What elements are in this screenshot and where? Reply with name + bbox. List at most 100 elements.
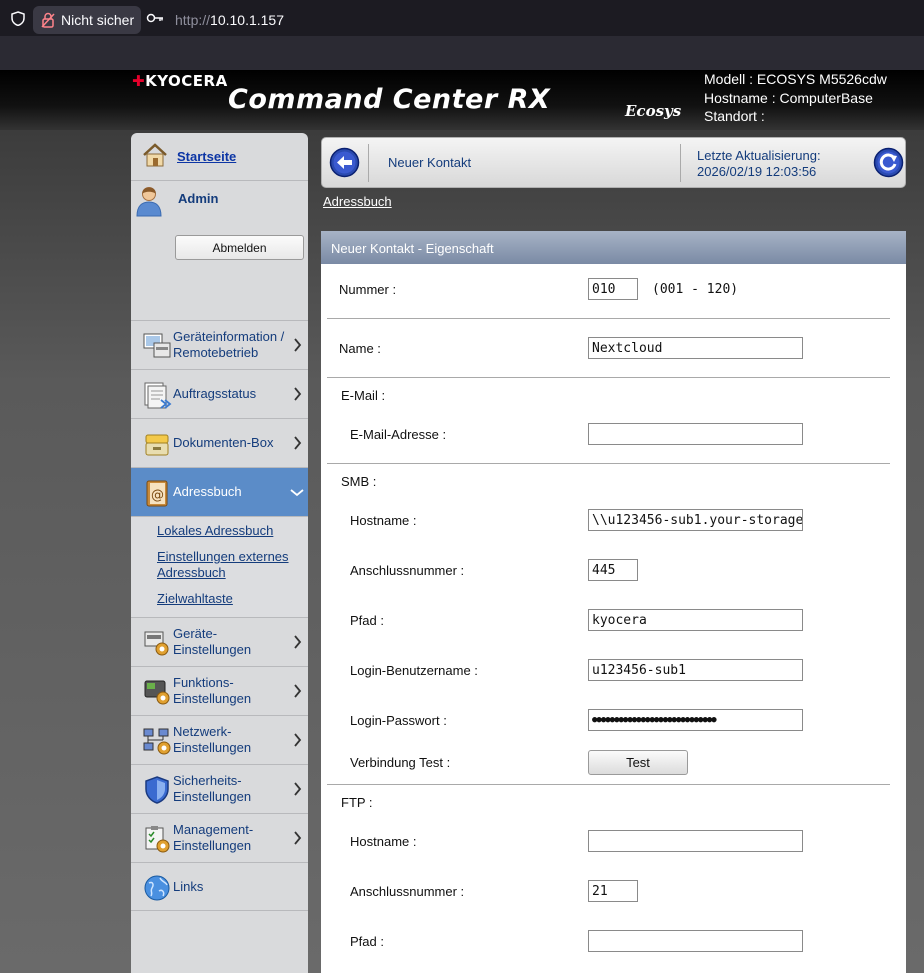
sidebar-item-label: Auftragsstatus [173,386,257,401]
sidebar-item-function-settings[interactable]: Funktions- Einstellungen [131,666,308,715]
number-input[interactable]: 010 [588,278,638,300]
sidebar-item-management-settings[interactable]: Management- Einstellungen [131,813,308,862]
divider [327,463,890,464]
number-range: (001 - 120) [652,282,739,297]
email-section-label: E-Mail : [341,388,386,403]
page-title: Neuer Kontakt [388,155,472,170]
management-settings-icon [145,826,170,853]
chevron-right-icon [294,436,302,450]
page-header: ✚KYOCERA Command Center RX Ecosys Modell… [0,70,924,130]
page-toolbar: Neuer Kontakt Letzte Aktualisierung: 202… [321,137,906,188]
sidebar-item-links[interactable]: Links [131,862,308,911]
toolbar-divider [368,144,369,182]
submenu-local-address-book[interactable]: Lokales Adressbuch [157,523,308,539]
number-label: Nummer : [339,282,397,297]
smb-username-label: Login-Benutzername : [350,663,478,678]
sidebar-item-label: Netzwerk- Einstellungen [173,724,252,755]
insecure-lock-icon [41,12,55,28]
sidebar-item-device-info[interactable]: Geräteinformation / Remotebetrieb [131,320,308,369]
address-book-submenu: Lokales Adressbuch Einstellungen externe… [131,516,308,617]
divider [327,377,890,378]
home-icon [143,143,167,167]
sidebar-item-security-settings[interactable]: Sicherheits- Einstellungen [131,764,308,813]
ftp-hostname-label: Hostname : [350,834,417,849]
ftp-path-label: Pfad : [350,934,384,949]
security-indicator[interactable]: Nicht sicher [33,6,141,34]
refresh-icon[interactable] [873,147,904,178]
smb-password-label: Login-Passwort : [350,713,447,728]
user-avatar-icon [136,187,162,217]
sidebar-item-label: Adressbuch [173,484,242,499]
device-hostname: Hostname : ComputerBase [704,89,873,106]
smb-password-input[interactable]: ●●●●●●●●●●●●●●●●●●●●●●●●●●●● [588,709,803,731]
sidebar-item-address-book[interactable]: @ Adressbuch [131,467,308,516]
sidebar-item-label: Links [173,878,204,894]
sidebar-home[interactable]: Startseite [131,133,308,181]
last-update-time: 2026/02/19 12:03:56 [697,164,817,179]
smb-path-input[interactable]: kyocera [588,609,803,631]
device-info: Modell : ECOSYS M5526cdw Hostname : Comp… [704,70,887,126]
last-update: Letzte Aktualisierung: 2026/02/19 12:03:… [697,148,821,180]
submenu-one-touch-key[interactable]: Zielwahltaste [157,591,308,607]
smb-username-input[interactable]: u123456-sub1 [588,659,803,681]
chevron-right-icon [294,733,302,747]
shield-icon[interactable] [11,11,25,26]
function-settings-icon [144,680,170,705]
shield-icon [145,776,169,804]
divider [327,784,890,785]
name-input[interactable]: Nextcloud [588,337,803,359]
contact-properties-panel: Neuer Kontakt - Eigenschaft Nummer : 010… [321,231,906,973]
smb-port-input[interactable]: 445 [588,559,638,581]
ecosys-logo: Ecosys [625,102,682,120]
sidebar-item-network-settings[interactable]: Netzwerk- Einstellungen [131,715,308,764]
submenu-external-address-book[interactable]: Einstellungen externes Adressbuch [157,549,308,581]
name-label: Name : [339,341,381,356]
email-address-label: E-Mail-Adresse : [350,427,447,442]
browser-toolbar: Nicht sicher http://10.10.1.157 [0,0,924,36]
ftp-port-label: Anschlussnummer : [350,884,465,899]
back-arrow-icon[interactable] [329,147,360,178]
smb-hostname-input[interactable]: \\u123456-sub1.your-storagebox.de [588,509,803,531]
sidebar-item-document-box[interactable]: Dokumenten-Box [131,418,308,467]
smb-port-label: Anschlussnummer : [350,563,465,578]
url-host: 10.10.1.157 [210,12,284,28]
network-settings-icon [143,728,171,755]
smb-path-label: Pfad : [350,613,384,628]
security-label: Nicht sicher [61,12,135,28]
smb-test-label: Verbindung Test : [350,755,451,770]
device-info-icon [143,333,171,358]
home-link[interactable]: Startseite [177,149,236,164]
sidebar-menu: Geräteinformation / Remotebetrieb Auftrag… [131,320,308,911]
last-update-label: Letzte Aktualisierung: [697,148,821,163]
sidebar-item-device-settings[interactable]: Geräte- Einstellungen [131,617,308,666]
ftp-hostname-input[interactable] [588,830,803,852]
url-bar[interactable]: http://10.10.1.157 [175,12,284,28]
chevron-right-icon [294,782,302,796]
divider [327,318,890,319]
device-settings-icon [144,631,169,656]
address-book-icon: @ [146,480,168,507]
key-icon[interactable] [146,12,164,24]
ftp-port-input[interactable]: 21 [588,880,638,902]
chevron-right-icon [294,338,302,352]
chevron-down-icon [290,489,304,497]
email-address-input[interactable] [588,423,803,445]
toolbar-divider [680,144,681,182]
ftp-path-input[interactable] [588,930,803,952]
sidebar-item-label: Geräteinformation / Remotebetrieb [173,329,285,360]
chevron-right-icon [294,831,302,845]
connection-test-button[interactable]: Test [588,750,688,775]
ftp-section-label: FTP : [341,795,373,810]
svg-text:@: @ [151,488,164,503]
logout-button[interactable]: Abmelden [175,235,304,260]
breadcrumb[interactable]: Adressbuch [323,194,392,209]
chevron-right-icon [294,635,302,649]
panel-title: Neuer Kontakt - Eigenschaft [321,231,906,264]
smb-section-label: SMB : [341,474,377,489]
sidebar-item-label: Funktions- Einstellungen [173,675,252,706]
sidebar-item-label: Management- Einstellungen [173,822,254,853]
sidebar-item-job-status[interactable]: Auftragsstatus [131,369,308,418]
sidebar-item-label: Sicherheits- Einstellungen [173,773,252,804]
job-status-icon [144,382,172,409]
user-name: Admin [178,191,219,206]
